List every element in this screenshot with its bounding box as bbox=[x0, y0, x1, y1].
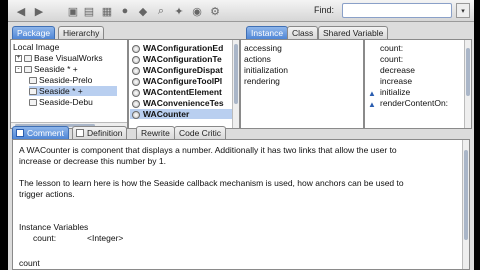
comment-line: The lesson to learn here is how the Seas… bbox=[19, 178, 404, 188]
method-item[interactable]: decrease bbox=[368, 65, 415, 75]
class-icon bbox=[132, 110, 140, 119]
letterbox-left bbox=[0, 0, 8, 270]
tab-definition[interactable]: Definition bbox=[72, 126, 128, 139]
tab-comment[interactable]: Comment bbox=[12, 126, 69, 139]
collapse-icon[interactable]: - bbox=[15, 66, 22, 74]
comment-line: count bbox=[19, 258, 40, 268]
class-list-pane: WAConfigurationEd WAConfigurationTe WACo… bbox=[128, 39, 240, 129]
comment-line: increase or decrease this number by 1. bbox=[19, 156, 166, 166]
new-browser-icon[interactable]: ▣ bbox=[66, 4, 80, 18]
class-item[interactable]: WAConfigureDispat bbox=[132, 65, 223, 75]
package-icon bbox=[29, 88, 37, 96]
toolbar: ◀ ▶ ▣ ▤ ▦ ● ◆ ⌕ ✦ ◉ ⚙ Find: ▾ bbox=[8, 0, 474, 22]
comment-line: Instance Variables bbox=[19, 222, 89, 232]
override-icon: ▲ bbox=[368, 99, 376, 109]
comment-line: A WACounter is component that displays a… bbox=[19, 145, 397, 155]
comment-var-name: count: bbox=[33, 233, 57, 243]
bookmark-icon[interactable]: ▤ bbox=[82, 4, 96, 18]
class-icon bbox=[132, 88, 140, 97]
protocol-item[interactable]: accessing bbox=[244, 43, 282, 53]
system-browser-window: ◀ ▶ ▣ ▤ ▦ ● ◆ ⌕ ✦ ◉ ⚙ Find: ▾ Package Hi… bbox=[8, 0, 474, 270]
find-label: Find: bbox=[314, 5, 335, 15]
run-icon[interactable]: ● bbox=[118, 4, 132, 18]
class-item[interactable]: WAConvenienceTes bbox=[132, 98, 224, 108]
class-item[interactable]: WAConfigurationTe bbox=[132, 54, 222, 64]
letterbox-right bbox=[474, 0, 480, 270]
comment-editor[interactable]: A WACounter is component that displays a… bbox=[12, 139, 470, 270]
back-icon[interactable]: ◀ bbox=[14, 4, 28, 18]
package-icon bbox=[24, 66, 32, 74]
method-item[interactable]: count: bbox=[368, 43, 403, 53]
method-item[interactable]: increase bbox=[368, 76, 412, 86]
method-item[interactable]: count: bbox=[368, 54, 403, 64]
debug-icon[interactable]: ◉ bbox=[190, 4, 204, 18]
method-icon bbox=[368, 45, 376, 53]
find-dropdown-button[interactable]: ▾ bbox=[456, 3, 470, 18]
comment-icon bbox=[16, 129, 24, 137]
package-icon bbox=[29, 77, 37, 85]
protocol-item[interactable]: initialization bbox=[244, 65, 288, 75]
method-item[interactable]: ▲ renderContentOn: bbox=[368, 98, 448, 109]
package-icon bbox=[24, 55, 32, 63]
method-icon bbox=[368, 56, 376, 64]
tab-rewrite[interactable]: Rewrite bbox=[136, 126, 175, 139]
package-icon bbox=[29, 99, 37, 107]
find-input[interactable] bbox=[342, 3, 452, 18]
protocol-item[interactable]: actions bbox=[244, 54, 271, 64]
class-item[interactable]: WAConfigureToolPl bbox=[132, 76, 222, 86]
editor-scrollbar[interactable] bbox=[462, 140, 469, 269]
class-icon bbox=[132, 77, 140, 86]
tab-hierarchy[interactable]: Hierarchy bbox=[58, 26, 105, 39]
step-icon[interactable]: ◆ bbox=[136, 4, 150, 18]
class-icon bbox=[132, 44, 140, 53]
class-icon bbox=[132, 55, 140, 64]
class-icon bbox=[132, 99, 140, 108]
method-icon bbox=[368, 67, 376, 75]
package-item-seaside-selected[interactable]: Seaside * + bbox=[29, 86, 117, 96]
package-item-base[interactable]: + Base VisualWorks bbox=[15, 53, 103, 63]
comment-var-type: <Integer> bbox=[87, 233, 124, 243]
method-list-pane: count: count: decrease increase ▲ initial… bbox=[364, 39, 472, 129]
expand-icon[interactable]: + bbox=[15, 55, 22, 63]
class-list-scrollbar[interactable] bbox=[232, 40, 239, 128]
method-icon bbox=[368, 78, 376, 86]
comment-line: trigger actions. bbox=[19, 189, 75, 199]
tab-code-critic[interactable]: Code Critic bbox=[174, 126, 227, 139]
class-item[interactable]: WAConfigurationEd bbox=[132, 43, 223, 53]
settings-icon[interactable]: ⚙ bbox=[208, 4, 222, 18]
class-item-selected[interactable]: WACounter bbox=[130, 109, 232, 119]
override-icon: ▲ bbox=[368, 88, 376, 98]
tools-icon[interactable]: ▦ bbox=[100, 4, 114, 18]
package-tree-pane: Local Image + Base VisualWorks - Seaside *… bbox=[10, 39, 128, 129]
forward-icon[interactable]: ▶ bbox=[32, 4, 46, 18]
protocol-pane: accessing actions initialization renderi… bbox=[240, 39, 364, 129]
inspect-icon[interactable]: ✦ bbox=[172, 4, 186, 18]
package-tree-header: Local Image bbox=[13, 42, 60, 52]
method-item[interactable]: ▲ initialize bbox=[368, 87, 410, 98]
tab-package[interactable]: Package bbox=[12, 26, 56, 39]
search-icon[interactable]: ⌕ bbox=[154, 4, 168, 18]
method-list-scrollbar[interactable] bbox=[464, 40, 471, 128]
definition-icon bbox=[76, 129, 84, 137]
protocol-item[interactable]: rendering bbox=[244, 76, 280, 86]
tab-shared-variable[interactable]: Shared Variable bbox=[318, 26, 389, 39]
class-icon bbox=[132, 66, 140, 75]
tab-instance[interactable]: Instance bbox=[246, 26, 289, 39]
package-item-seaside-debu[interactable]: Seaside-Debu bbox=[29, 97, 93, 107]
package-item-seaside-prelo[interactable]: Seaside-Prelo bbox=[29, 75, 92, 85]
package-item-seaside[interactable]: - Seaside * + bbox=[15, 64, 78, 74]
tab-class[interactable]: Class bbox=[287, 26, 319, 39]
class-item[interactable]: WAContentElement bbox=[132, 87, 222, 97]
